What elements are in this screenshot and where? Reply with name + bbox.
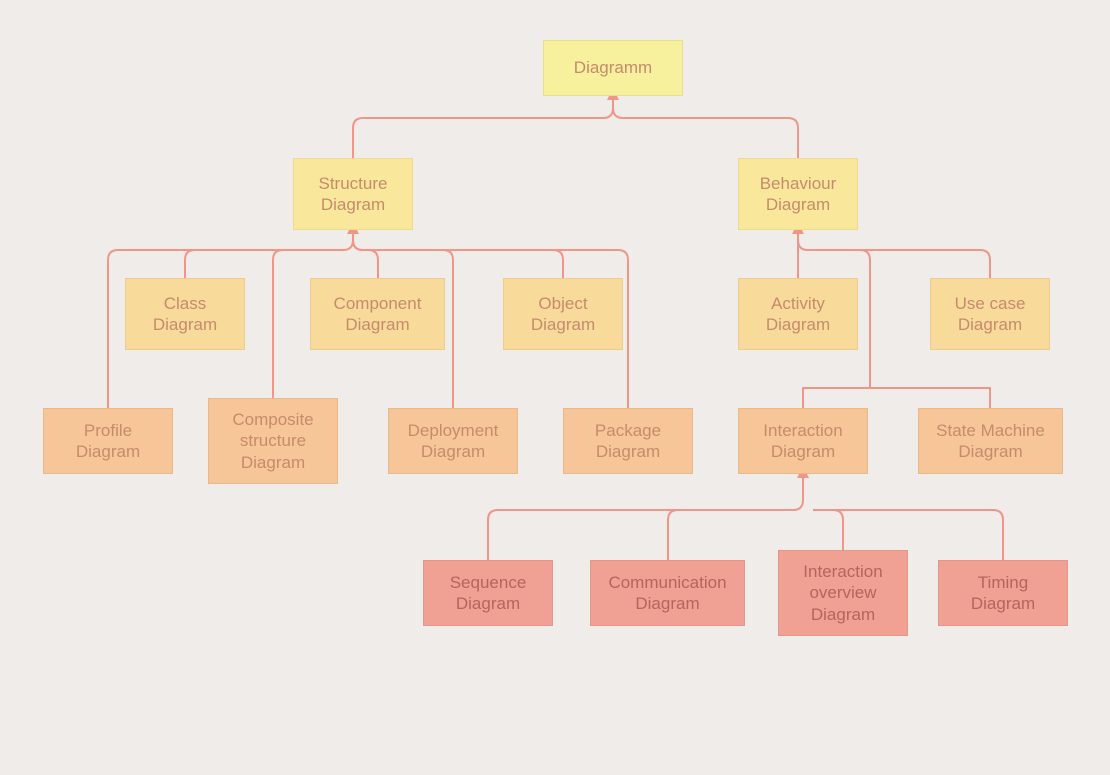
node-activity-diagram: Activity Diagram (738, 278, 858, 350)
node-deployment-diagram: Deployment Diagram (388, 408, 518, 474)
node-package-diagram: Package Diagram (563, 408, 693, 474)
node-timing-diagram: Timing Diagram (938, 560, 1068, 626)
node-component-diagram: Component Diagram (310, 278, 445, 350)
connectors-layer (0, 0, 1110, 775)
node-usecase-diagram: Use case Diagram (930, 278, 1050, 350)
node-structure-diagram: Structure Diagram (293, 158, 413, 230)
node-sequence-diagram: Sequence Diagram (423, 560, 553, 626)
node-interaction-overview-diagram: Interaction overview Diagram (778, 550, 908, 636)
diagram-canvas: Diagramm Structure Diagram Behaviour Dia… (0, 0, 1110, 775)
node-diagramm: Diagramm (543, 40, 683, 96)
node-state-machine-diagram: State Machine Diagram (918, 408, 1063, 474)
node-communication-diagram: Communication Diagram (590, 560, 745, 626)
node-composite-structure-diagram: Composite structure Diagram (208, 398, 338, 484)
node-class-diagram: Class Diagram (125, 278, 245, 350)
node-interaction-diagram: Interaction Diagram (738, 408, 868, 474)
node-profile-diagram: Profile Diagram (43, 408, 173, 474)
node-behaviour-diagram: Behaviour Diagram (738, 158, 858, 230)
node-object-diagram: Object Diagram (503, 278, 623, 350)
